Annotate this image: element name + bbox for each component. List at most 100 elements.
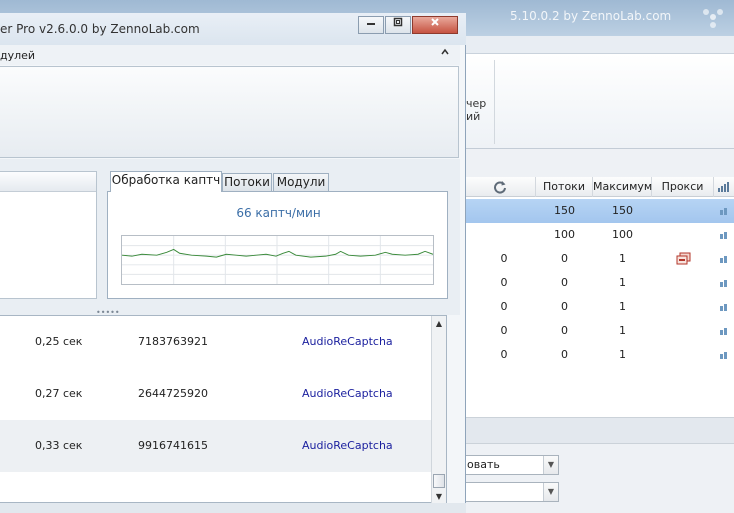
left-stats-box [0, 171, 97, 299]
tab-modules[interactable]: Модули [273, 173, 329, 191]
rate-chart [121, 235, 434, 285]
list-item[interactable]: 0,27 сек 2644725920 AudioReCaptcha [0, 381, 431, 407]
status-cell [464, 223, 544, 247]
list-item[interactable]: 0,25 сек 7183763921 AudioReCaptcha [0, 329, 431, 355]
ribbon-panel [0, 66, 459, 158]
threads-cell: 0 [561, 276, 568, 289]
signal-icon [720, 232, 727, 239]
grid-row[interactable]: 0 0 1 [464, 247, 734, 271]
threads-cell: 150 [554, 204, 575, 217]
grid-row[interactable]: 0 0 1 [464, 295, 734, 319]
solve-time-cell: 0,33 сек [35, 439, 83, 452]
secondary-combo[interactable]: ▼ [464, 482, 559, 502]
solve-time-cell: 0,27 сек [35, 387, 83, 400]
left-stats-header [0, 172, 96, 192]
signal-icon [720, 256, 727, 263]
captcha-rate: 66 каптч/мин [236, 206, 321, 220]
minimize-button[interactable] [358, 16, 384, 34]
chevron-down-icon[interactable]: ▼ [543, 456, 558, 474]
threads-cell: 100 [554, 228, 575, 241]
ribbon-button-label[interactable]: чер ий [466, 97, 486, 123]
max-cell: 1 [619, 252, 626, 265]
vertical-scrollbar[interactable]: ▲ ▼ [431, 316, 446, 504]
bottom-panel-header [464, 418, 734, 444]
capmonster-window: er Pro v2.6.0.0 by ZennoLab.com дулей Об… [0, 13, 466, 513]
bottom-settings-panel: овать ▼ ▼ [464, 417, 734, 513]
tab-threads[interactable]: Потоки [222, 173, 272, 191]
minimize-icon [367, 23, 375, 25]
status-cell [464, 199, 544, 223]
max-column-header[interactable]: Максимум [593, 177, 652, 197]
modules-label: дулей [0, 49, 36, 62]
refresh-icon [493, 181, 506, 194]
signal-icon [720, 328, 727, 335]
action-combo[interactable]: овать ▼ [464, 455, 559, 475]
ribbon-label-line2: ий [466, 110, 481, 123]
solved-captcha-list[interactable]: 0,25 сек 7183763921 AudioReCaptcha 0,27 сек… [0, 315, 447, 504]
grid-header: Потоки Максимум Прокси [464, 177, 734, 197]
signal-icon [720, 352, 727, 359]
max-cell: 1 [619, 348, 626, 361]
signal-icon [720, 280, 727, 287]
modules-bar: дулей [0, 45, 460, 65]
chevron-down-icon[interactable]: ▼ [543, 483, 558, 501]
max-cell: 1 [619, 324, 626, 337]
ribbon [464, 54, 734, 149]
list-item[interactable]: 0,33 сек 9916741615 AudioReCaptcha [0, 433, 431, 459]
max-cell: 1 [619, 300, 626, 313]
status-cell: 0 [500, 348, 508, 361]
grid-row[interactable]: 0 0 1 [464, 343, 734, 367]
toolbar-gap [464, 149, 734, 177]
maximize-icon [393, 17, 403, 27]
action-combo-value: овать [467, 458, 500, 471]
grid-row[interactable]: 150 150 [464, 199, 734, 223]
grid-row[interactable]: 0 0 1 [464, 271, 734, 295]
solve-time-cell: 0,25 сек [35, 335, 83, 348]
ribbon-separator [494, 60, 495, 144]
zennolab-logo-icon [703, 9, 723, 28]
proxy-icon[interactable] [676, 252, 692, 266]
threads-cell: 0 [561, 324, 568, 337]
threads-column-header[interactable]: Потоки [536, 177, 593, 197]
captcha-tab-body: 66 каптч/мин [107, 191, 448, 299]
status-cell: 0 [500, 252, 508, 265]
back-window-title: 5.10.0.2 by ZennoLab.com [510, 9, 672, 23]
front-window-title: er Pro v2.6.0.0 by ZennoLab.com [0, 22, 200, 36]
max-cell: 150 [612, 204, 633, 217]
threads-cell: 0 [561, 252, 568, 265]
tab-captcha-processing[interactable]: Обработка каптч [110, 171, 222, 192]
status-cell: 0 [500, 276, 508, 289]
signal-icon [720, 208, 727, 215]
signal-bars-icon [718, 182, 729, 192]
scroll-thumb[interactable] [433, 474, 445, 488]
front-window-bottom [0, 503, 466, 513]
captcha-id-cell: 2644725920 [138, 387, 208, 400]
module-link[interactable]: AudioReCaptcha [302, 381, 393, 407]
max-cell: 100 [612, 228, 633, 241]
stats-area: Обработка каптч Потоки Модули 66 каптч/м… [0, 159, 460, 317]
refresh-column-header[interactable] [464, 177, 536, 197]
maximize-button[interactable] [385, 16, 411, 34]
module-link[interactable]: AudioReCaptcha [302, 433, 393, 459]
front-window-titlebar[interactable]: er Pro v2.6.0.0 by ZennoLab.com [0, 13, 466, 45]
max-cell: 1 [619, 276, 626, 289]
ribbon-label-line1: чер [466, 97, 487, 110]
threads-cell: 0 [561, 300, 568, 313]
grid-row[interactable]: 0 0 1 [464, 319, 734, 343]
ribbon-tabs [464, 36, 734, 54]
tasks-grid[interactable]: Потоки Максимум Прокси 150 150 100 100 0 0 1 0 0… [464, 177, 734, 417]
signal-column-header[interactable] [714, 177, 734, 197]
close-button[interactable] [412, 16, 458, 34]
grid-row[interactable]: 100 100 [464, 223, 734, 247]
scroll-down-icon[interactable]: ▼ [432, 489, 446, 504]
collapse-caret-icon[interactable] [440, 47, 450, 60]
scroll-up-icon[interactable]: ▲ [432, 316, 446, 331]
proxy-column-header[interactable]: Прокси [652, 177, 714, 197]
status-cell: 0 [500, 324, 508, 337]
signal-icon [720, 304, 727, 311]
module-link[interactable]: AudioReCaptcha [302, 329, 393, 355]
close-icon [431, 18, 439, 26]
captcha-id-cell: 9916741615 [138, 439, 208, 452]
threads-cell: 0 [561, 348, 568, 361]
captcha-id-cell: 7183763921 [138, 335, 208, 348]
